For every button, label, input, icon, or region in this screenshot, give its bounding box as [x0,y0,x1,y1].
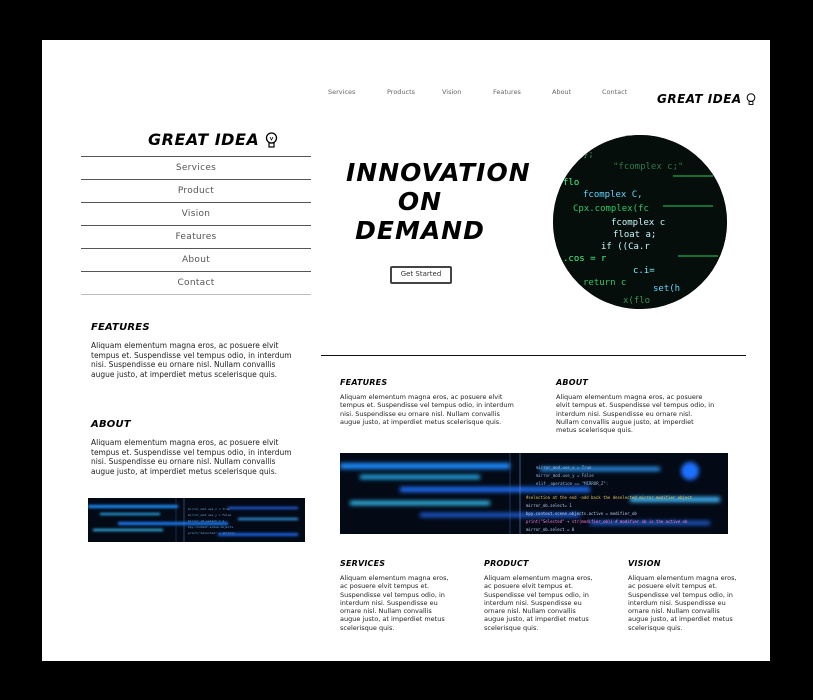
svg-text:.cos = r: .cos = r [563,254,607,264]
svg-text:mirror_ob.select = 1: mirror_ob.select = 1 [188,519,224,523]
section-heading: FEATURES [91,322,150,333]
section-divider [321,355,746,356]
top-nav-about[interactable]: About [552,88,571,96]
svg-text:elif _operation == "MIRROR_Z":: elif _operation == "MIRROR_Z": [536,481,608,486]
svg-text:fcomplex C,: fcomplex C, [583,190,643,200]
svg-text:Cpx.complex(fc: Cpx.complex(fc [573,204,649,214]
lightbulb-icon [747,93,756,105]
svg-text:"fcomplex c;": "fcomplex c;" [613,162,683,172]
section-heading: ABOUT [556,378,589,387]
hero-line-2: ON [397,187,443,216]
section-heading: FEATURES [340,378,388,387]
svg-text:bpy.context.scene.objects: bpy.context.scene.objects [188,525,233,529]
top-nav-services[interactable]: Services [328,88,355,96]
svg-text:mirror_mod.use_y = False: mirror_mod.use_y = False [536,473,594,478]
svg-text:if ((Ca.r: if ((Ca.r [601,242,650,252]
mobile-nav-about[interactable]: About [81,248,311,271]
logo-text: GREAT IDEA [148,130,260,149]
left-about-section: ABOUT Aliquam elementum magna eros, ac p… [91,419,301,476]
small-code-banner-image: mirror_mod.use_x = True mirror_mod.use_y… [88,498,305,542]
left-features-section: FEATURES Aliquam elementum magna eros, a… [91,322,301,379]
svg-text:mirror_ob.select= 1: mirror_ob.select= 1 [526,503,572,508]
mobile-nav-vision[interactable]: Vision [81,202,311,225]
svg-text:x(flo: x(flo [623,296,650,306]
vision-section: VISION Aliquam elementum magna eros, ac … [628,559,740,632]
mobile-nav-services[interactable]: Services [81,156,311,179]
top-nav-contact[interactable]: Contact [602,88,627,96]
about-section: ABOUT Aliquam elementum magna eros, ac p… [556,378,716,434]
mobile-nav-contact[interactable]: Contact [81,271,311,295]
svg-text:return c: return c [583,278,626,288]
lightbulb-icon [266,132,278,148]
section-heading: PRODUCT [484,559,529,568]
section-heading: ABOUT [91,419,131,430]
section-body: Aliquam elementum magna eros, ac posuere… [91,341,292,379]
svg-text:};: }; [583,150,594,160]
svg-text:flo: flo [563,178,579,188]
logo-text: GREAT IDEA [657,92,742,106]
top-nav-vision[interactable]: Vision [442,88,461,96]
section-body: Aliquam elementum magna eros, ac posuere… [628,574,737,632]
get-started-button[interactable]: Get Started [390,266,452,284]
svg-text:mirror_mod.use_x = True: mirror_mod.use_x = True [188,507,230,511]
top-nav-products[interactable]: Products [387,88,415,96]
svg-text:mirror_ob.select = 0: mirror_ob.select = 0 [526,527,575,532]
svg-text:mirror_mod.use_y = False: mirror_mod.use_y = False [188,513,232,517]
hero-line-1: INNOVATION [346,158,531,187]
mobile-nav-features[interactable]: Features [81,225,311,248]
features-section: FEATURES Aliquam elementum magna eros, a… [340,378,520,426]
section-body: Aliquam elementum magna eros, ac posuere… [91,438,292,476]
mobile-logo[interactable]: GREAT IDEA [148,130,278,149]
header-logo[interactable]: GREAT IDEA [657,92,756,106]
section-heading: SERVICES [340,559,386,568]
section-body: Aliquam elementum magna eros, ac posuere… [340,574,449,632]
product-section: PRODUCT Aliquam elementum magna eros, ac… [484,559,596,632]
svg-text:mirror_mod.use_x = True: mirror_mod.use_x = True [536,465,592,470]
svg-text:bpy.context.scene.objects.acti: bpy.context.scene.objects.active = modif… [526,511,637,516]
mobile-nav-menu: Services Product Vision Features About C… [81,156,311,295]
section-body: Aliquam elementum magna eros, ac posuere… [556,393,715,435]
hero-code-image: }; "fcomplex c;" flo fcomplex C, Cpx.com… [553,135,727,309]
top-nav: Services Products Vision Features About … [322,88,652,100]
svg-text:#selection at the end -add bac: #selection at the end -add back the dese… [526,495,693,500]
services-section: SERVICES Aliquam elementum magna eros, a… [340,559,452,632]
mockup-sheet: GREAT IDEA Services Product Vision Featu… [42,40,770,661]
svg-text:float a;: float a; [613,230,656,240]
svg-text:c.i=: c.i= [633,266,655,276]
top-nav-features[interactable]: Features [493,88,521,96]
hero-line-3: DEMAND [355,216,485,245]
mobile-nav-product[interactable]: Product [81,179,311,202]
wide-code-banner-image: mirror_mod.use_x = True mirror_mod.use_y… [340,453,728,534]
hero-headline: INNOVATION ON DEMAND [346,158,531,245]
section-body: Aliquam elementum magna eros, ac posuere… [340,393,514,426]
svg-text:print("Selected" + str(modifie: print("Selected" + str(modifier_ob)) # m… [526,519,688,524]
svg-text:fcomplex c: fcomplex c [611,218,665,228]
svg-text:set(h: set(h [653,284,680,294]
svg-text:print("Selected" + str(m)): print("Selected" + str(m)) [188,531,235,535]
section-body: Aliquam elementum magna eros, ac posuere… [484,574,593,632]
section-heading: VISION [628,559,661,568]
